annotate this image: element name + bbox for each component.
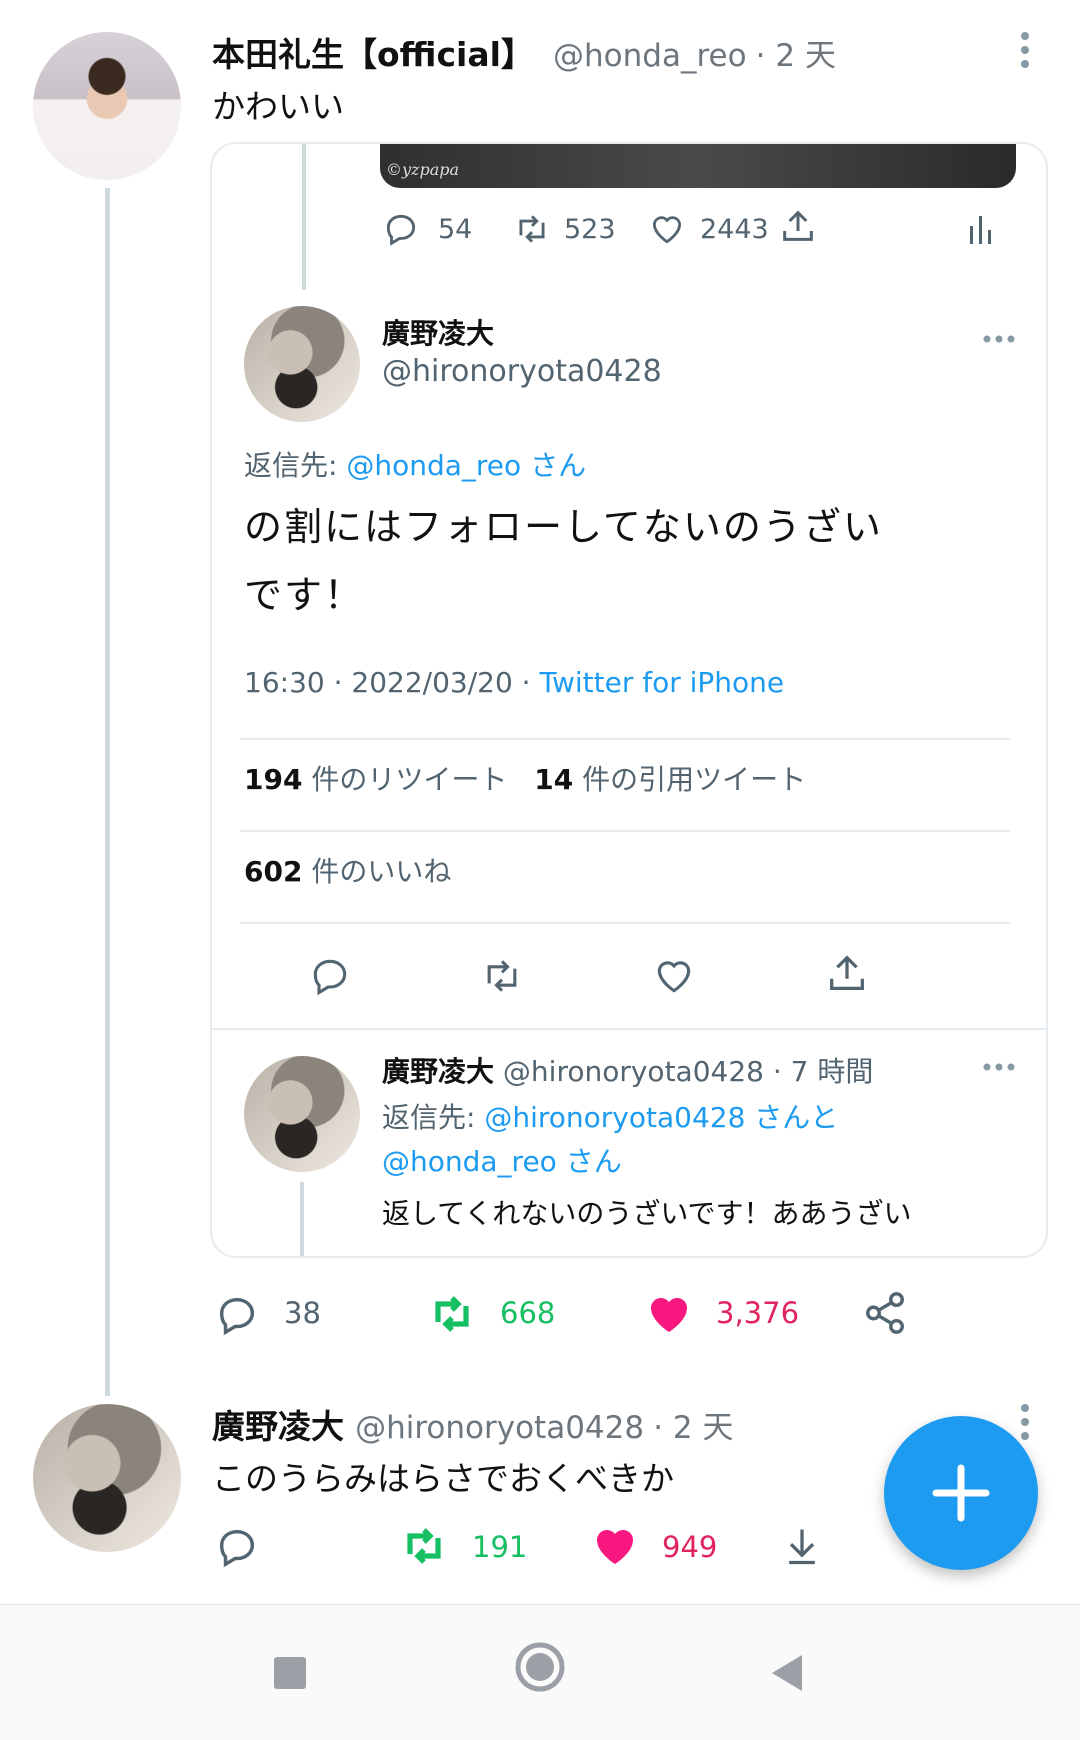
embed-reply-timestamp: · 7 時間: [772, 1055, 874, 1088]
embed-top-reply-icon[interactable]: [382, 210, 420, 248]
tweet1-more-icon[interactable]: [1018, 30, 1032, 70]
embed-action-retweet-icon[interactable]: [478, 954, 526, 998]
quote-label[interactable]: 件の引用ツイート: [582, 763, 806, 796]
tweet2-text: このうらみはらさでおくべきか: [212, 1459, 674, 1498]
embed-top-retweet-count: 523: [564, 214, 616, 245]
embed-top-share-icon[interactable]: [778, 206, 818, 246]
embed-reply-context-line1: 返信先: @hironoryota0428 さんと: [382, 1096, 838, 1136]
tweet2-author-name[interactable]: 廣野凌大: [212, 1407, 344, 1446]
reply-prefix: 返信先:: [244, 449, 338, 482]
embed-reply-text: 返してくれないのうざいです！ああうざい: [382, 1197, 912, 1230]
embed-main-engagement-row: 194 件のリツイート 14 件の引用ツイート: [244, 758, 806, 798]
plus-icon: [932, 1464, 990, 1522]
tweet2-timestamp: · 2 天: [653, 1410, 734, 1446]
embed-thread-line-top: [302, 144, 306, 290]
embed-reply-context-line2: @honda_reo さん: [382, 1140, 622, 1180]
tweet1-like-icon[interactable]: [644, 1290, 694, 1338]
divider-1: [240, 738, 1010, 740]
embed-reply-author-handle[interactable]: @hironoryota0428: [503, 1055, 764, 1088]
retweet-count[interactable]: 194: [244, 763, 302, 796]
tweet2-retweet-icon[interactable]: [398, 1522, 450, 1570]
embed-action-reply-icon[interactable]: [308, 954, 352, 998]
retweet-label[interactable]: 件のリツイート: [311, 763, 507, 796]
back-icon[interactable]: [766, 1651, 806, 1695]
reply-suffix: さん: [530, 449, 587, 482]
divider-4: [212, 1028, 1046, 1030]
tweet1-author-name[interactable]: 本田礼生【official】: [212, 35, 534, 74]
embed-main-text-line1: の割にはフォローしてないのうざい: [244, 505, 883, 549]
tweet1-reply-icon[interactable]: [214, 1292, 260, 1338]
embed-top-reply-count: 54: [438, 214, 473, 245]
embed-top-analytics-icon[interactable]: [968, 212, 994, 246]
tweet2-like-count: 949: [662, 1530, 718, 1564]
embed-reply-thread-line: [300, 1182, 304, 1256]
embed-reply-avatar[interactable]: [244, 1056, 360, 1172]
embed-main-author-handle[interactable]: @hironoryota0428: [382, 354, 662, 389]
embed-reply-mid: さんと: [754, 1101, 839, 1134]
embed-main-more-icon[interactable]: [982, 334, 1016, 344]
thread-line: [105, 188, 110, 1396]
embed-main-meta: 16:30 · 2022/03/20 · Twitter for iPhone: [244, 666, 784, 699]
tweet1-header: 本田礼生【official】 @honda_reo · 2 天: [212, 28, 1012, 78]
embed-action-share-icon[interactable]: [824, 950, 870, 996]
embedded-media-image[interactable]: ©yzpapa: [380, 144, 1016, 188]
tweet1-retweet-count: 668: [500, 1296, 556, 1330]
like-count[interactable]: 602: [244, 855, 302, 888]
embedded-tweet-card[interactable]: ©yzpapa 54 523 2443 廣野凌大 @hironoryota042…: [210, 142, 1048, 1258]
tweet2-reply-icon[interactable]: [214, 1524, 260, 1570]
tweet2-download-icon[interactable]: [780, 1522, 824, 1570]
embed-main-source-link[interactable]: Twitter for iPhone: [539, 666, 784, 699]
tweet2-header: 廣野凌大 @hironoryota0428 · 2 天: [212, 1400, 992, 1448]
embed-main-likes-row: 602 件のいいね: [244, 850, 451, 890]
home-icon[interactable]: [514, 1641, 566, 1693]
quote-count[interactable]: 14: [534, 763, 573, 796]
embed-reply-author-name[interactable]: 廣野凌大: [382, 1055, 494, 1088]
divider-2: [240, 830, 1010, 832]
embed-top-like-icon[interactable]: [648, 210, 686, 248]
embed-main-reply-context: 返信先: @honda_reo さん: [244, 444, 586, 484]
system-navigation-bar: [0, 1604, 1080, 1740]
tweet2-retweet-count: 191: [472, 1530, 528, 1564]
tweet1-timestamp: · 2 天: [755, 38, 836, 74]
embed-action-like-icon[interactable]: [652, 954, 696, 998]
compose-tweet-button[interactable]: [884, 1416, 1038, 1570]
embed-top-like-count: 2443: [700, 214, 769, 245]
embed-top-retweet-icon[interactable]: [512, 210, 552, 248]
embed-main-timestamp: 16:30 · 2022/03/20 ·: [244, 666, 531, 699]
tweet2-author-handle[interactable]: @hironoryota0428: [355, 1410, 644, 1446]
tweet1-author-handle[interactable]: @honda_reo: [553, 38, 747, 74]
embed-reply-prefix: 返信先:: [382, 1101, 476, 1134]
reply-to-link[interactable]: @honda_reo: [346, 449, 521, 482]
embed-reply-suffix: さん: [565, 1145, 622, 1178]
embed-main-text-line2: です！: [244, 573, 365, 617]
image-watermark: ©yzpapa: [386, 160, 460, 179]
tweet1-like-count: 3,376: [716, 1296, 800, 1330]
tweet1-text: かわいい: [212, 87, 344, 126]
embed-reply-to-link-2[interactable]: @honda_reo: [382, 1145, 557, 1178]
embed-reply-header: 廣野凌大 @hironoryota0428 · 7 時間: [382, 1050, 873, 1090]
tweet1-share-icon[interactable]: [862, 1290, 908, 1336]
avatar-hirono-ryota[interactable]: [33, 1404, 181, 1552]
embed-reply-more-icon[interactable]: [982, 1062, 1016, 1072]
tweet1-retweet-icon[interactable]: [426, 1290, 478, 1338]
embed-reply-to-link-1[interactable]: @hironoryota0428: [484, 1101, 745, 1134]
tweet1-reply-count: 38: [284, 1296, 321, 1330]
divider-3: [240, 922, 1010, 924]
embed-main-avatar[interactable]: [244, 306, 360, 422]
embed-main-author-name[interactable]: 廣野凌大: [382, 312, 494, 352]
like-label[interactable]: 件のいいね: [311, 855, 451, 888]
avatar-honda-reo[interactable]: [33, 32, 181, 180]
recent-apps-icon[interactable]: [272, 1655, 308, 1691]
tweet2-like-icon[interactable]: [590, 1522, 640, 1570]
